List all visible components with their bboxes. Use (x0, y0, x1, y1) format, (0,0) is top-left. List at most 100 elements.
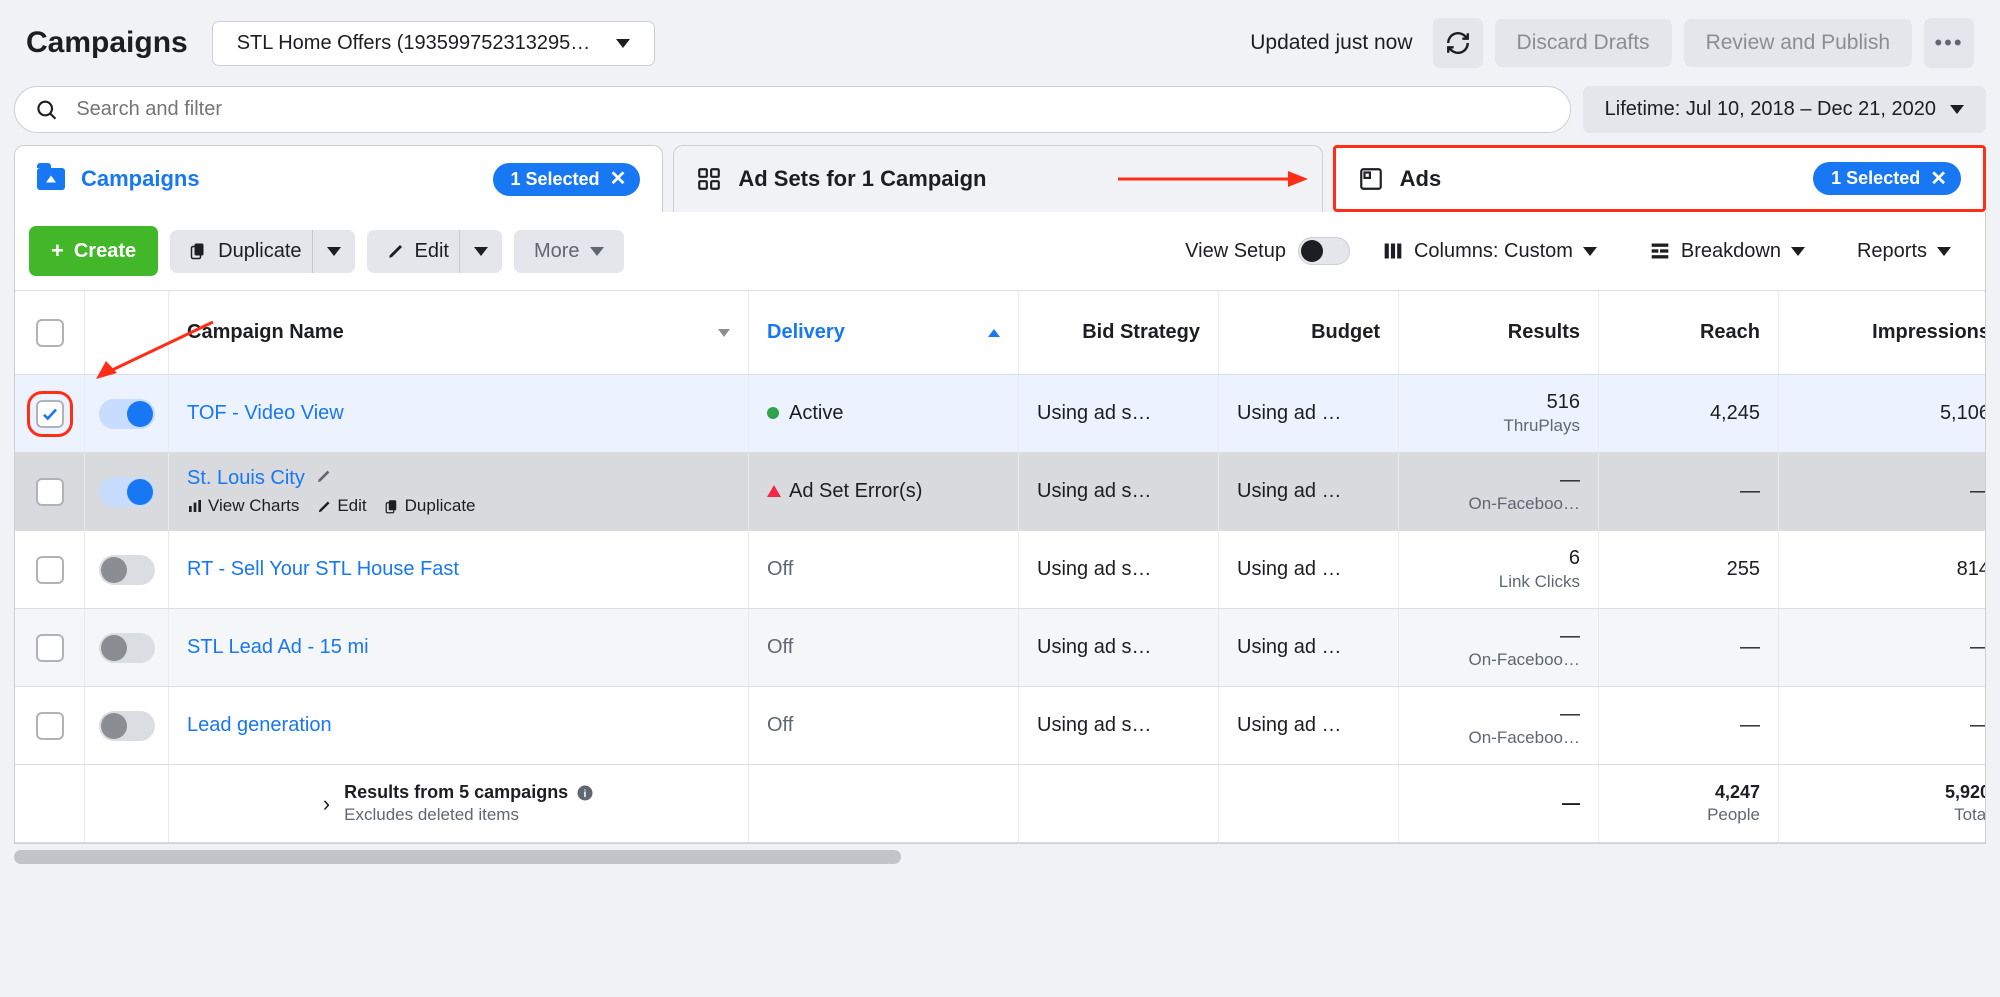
discard-drafts-button[interactable]: Discard Drafts (1495, 19, 1672, 67)
campaigns-selected-pill[interactable]: 1 Selected ✕ (493, 163, 641, 196)
search-input[interactable] (76, 98, 1549, 121)
campaign-name-link[interactable]: STL Lead Ad - 15 mi (187, 636, 730, 659)
row-toggle[interactable] (99, 477, 155, 507)
duplicate-dropdown[interactable] (312, 230, 355, 273)
edit-label: Edit (415, 240, 449, 263)
duplicate-icon (385, 498, 400, 515)
reports-button[interactable]: Reports (1837, 230, 1971, 273)
columns-button[interactable]: Columns: Custom (1362, 230, 1617, 273)
selected-count: 1 Selected (511, 169, 600, 190)
table-row[interactable]: St. Louis City View Charts Edit Duplicat… (15, 453, 1985, 531)
delivery-status: Off (767, 636, 1000, 659)
more-button[interactable]: More (514, 230, 624, 273)
close-icon[interactable]: ✕ (610, 169, 627, 189)
more-label: More (534, 240, 580, 263)
results-sub: On-Faceboo… (1469, 728, 1581, 748)
review-publish-button[interactable]: Review and Publish (1684, 19, 1912, 67)
results-value: 516 (1547, 391, 1580, 414)
table-row[interactable]: TOF - Video View Active Using ad s… Usin… (15, 375, 1985, 453)
col-campaign-name[interactable]: Campaign Name (187, 321, 344, 344)
reach-value: — (1740, 714, 1760, 737)
refresh-button[interactable] (1433, 18, 1483, 68)
chevron-down-icon (1937, 247, 1951, 256)
breakdown-button[interactable]: Breakdown (1629, 230, 1825, 273)
row-checkbox[interactable] (36, 712, 64, 740)
bid-value: Using ad s… (1037, 636, 1200, 659)
col-results[interactable]: Results (1508, 321, 1580, 344)
row-toggle[interactable] (99, 399, 155, 429)
footer-impressions-sub: Total (1954, 805, 1985, 825)
campaign-name-link[interactable]: RT - Sell Your STL House Fast (187, 558, 730, 581)
tab-campaigns[interactable]: Campaigns 1 Selected ✕ (14, 145, 663, 212)
chevron-down-icon (1791, 247, 1805, 256)
row-actions: View Charts Edit Duplicate (187, 496, 730, 516)
columns-icon (1382, 241, 1404, 261)
impressions-value: — (1970, 636, 1985, 659)
chevron-down-icon (1950, 105, 1964, 114)
view-setup-label: View Setup (1185, 240, 1286, 263)
refresh-icon (1445, 30, 1471, 56)
reach-value: — (1740, 480, 1760, 503)
close-icon[interactable]: ✕ (1930, 169, 1947, 189)
table-row[interactable]: Lead generation Off Using ad s… Using ad… (15, 687, 1985, 765)
campaign-name-link[interactable]: St. Louis City (187, 467, 305, 489)
col-delivery[interactable]: Delivery (767, 321, 845, 344)
campaign-name-link[interactable]: TOF - Video View (187, 402, 730, 425)
col-reach[interactable]: Reach (1700, 321, 1760, 344)
col-bid[interactable]: Bid Strategy (1082, 321, 1200, 344)
col-impressions[interactable]: Impressions (1872, 321, 1985, 344)
edit-action[interactable]: Edit (317, 496, 366, 516)
table-header-row: Campaign Name Delivery Bid Strategy Budg… (15, 291, 1985, 375)
ads-selected-pill[interactable]: 1 Selected ✕ (1813, 162, 1961, 195)
svg-text:i: i (584, 787, 587, 799)
impressions-value: — (1970, 480, 1985, 503)
edit-dropdown[interactable] (459, 230, 502, 273)
horizontal-scrollbar[interactable] (14, 850, 1986, 864)
more-options-button[interactable]: ••• (1924, 18, 1974, 68)
row-toggle[interactable] (99, 633, 155, 663)
chevron-down-icon (590, 247, 604, 256)
row-toggle[interactable] (99, 711, 155, 741)
last-updated-text: Updated just now (1250, 31, 1412, 55)
row-checkbox[interactable] (36, 634, 64, 662)
budget-value: Using ad … (1237, 480, 1380, 503)
select-all-checkbox[interactable] (36, 319, 64, 347)
bid-value: Using ad s… (1037, 714, 1200, 737)
date-range-selector[interactable]: Lifetime: Jul 10, 2018 – Dec 21, 2020 (1583, 86, 1986, 133)
campaign-name-link[interactable]: Lead generation (187, 714, 730, 737)
chevron-down-icon (327, 247, 341, 256)
duplicate-action[interactable]: Duplicate (385, 496, 476, 516)
account-selector[interactable]: STL Home Offers (193599752313295… (212, 21, 656, 66)
check-icon (41, 405, 59, 423)
tab-ads[interactable]: Ads 1 Selected ✕ (1333, 145, 1986, 212)
table-row[interactable]: STL Lead Ad - 15 mi Off Using ad s… Usin… (15, 609, 1985, 687)
tab-label: Ad Sets for 1 Campaign (738, 166, 986, 192)
row-checkbox[interactable] (36, 400, 64, 428)
delivery-status: Ad Set Error(s) (767, 480, 1000, 503)
expand-icon[interactable]: › (323, 791, 330, 817)
info-icon[interactable]: i (576, 784, 594, 802)
duplicate-button[interactable]: Duplicate (170, 230, 321, 273)
account-name: STL Home Offers (193599752313295… (237, 32, 591, 55)
reach-value: — (1740, 636, 1760, 659)
pencil-icon[interactable] (316, 468, 332, 484)
create-button[interactable]: + Create (29, 226, 158, 276)
tab-ad-sets[interactable]: Ad Sets for 1 Campaign (673, 145, 1322, 212)
row-toggle[interactable] (99, 555, 155, 585)
search-filter-box[interactable] (14, 86, 1571, 133)
view-setup-toggle[interactable] (1298, 237, 1350, 265)
row-checkbox[interactable] (36, 556, 64, 584)
grid-icon (696, 166, 722, 192)
table-row[interactable]: RT - Sell Your STL House Fast Off Using … (15, 531, 1985, 609)
view-charts-action[interactable]: View Charts (187, 496, 299, 516)
results-value: 6 (1569, 547, 1580, 570)
tab-label: Campaigns (81, 166, 200, 192)
sort-caret-icon[interactable] (718, 329, 730, 337)
reports-label: Reports (1857, 240, 1927, 263)
chevron-down-icon (1583, 247, 1597, 256)
pencil-icon (317, 499, 332, 514)
row-checkbox[interactable] (36, 478, 64, 506)
edit-button[interactable]: Edit (367, 230, 469, 273)
search-icon (35, 98, 58, 122)
col-budget[interactable]: Budget (1311, 321, 1380, 344)
